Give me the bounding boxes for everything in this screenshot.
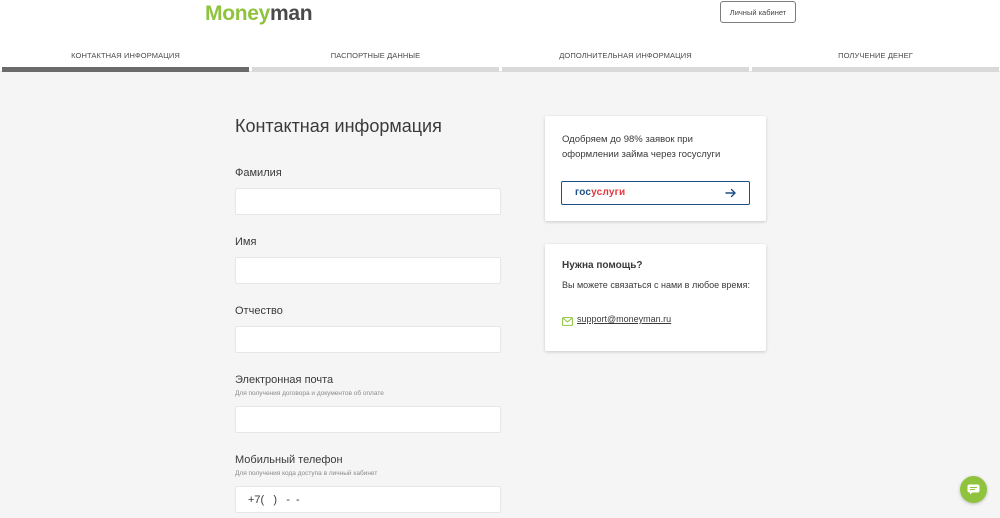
help-text: Вы можете связаться с нами в любое время… <box>562 280 750 290</box>
step-label: ДОПОЛНИТЕЛЬНАЯ ИНФОРМАЦИЯ <box>559 51 692 60</box>
phone-input[interactable] <box>235 486 501 513</box>
chat-icon <box>967 484 980 495</box>
surname-input[interactable] <box>235 188 501 215</box>
surname-label: Фамилия <box>235 167 282 179</box>
step-progress-bar <box>752 67 999 72</box>
step-label: КОНТАКТНАЯ ИНФОРМАЦИЯ <box>71 51 180 60</box>
personal-cabinet-button[interactable]: Личный кабинет <box>720 1 796 23</box>
support-email-link[interactable]: support@moneyman.ru <box>577 314 671 324</box>
gosuslugi-logo-part1: гос <box>575 187 592 198</box>
step-label: ПАСПОРТНЫЕ ДАННЫЕ <box>330 51 421 60</box>
step-contact-info: КОНТАКТНАЯ ИНФОРМАЦИЯ <box>2 46 249 72</box>
patronymic-label: Отчество <box>235 305 283 317</box>
step-passport-data: ПАСПОРТНЫЕ ДАННЫЕ <box>252 46 499 72</box>
header: Moneyman Личный кабинет КОНТАКТНАЯ ИНФОР… <box>0 0 1000 72</box>
gosuslugi-text-line1: Одобряем до 98% заявок при <box>562 134 693 145</box>
moneyman-logo[interactable]: Moneyman <box>205 2 313 26</box>
email-input[interactable] <box>235 406 501 433</box>
step-additional-info: ДОПОЛНИТЕЛЬНАЯ ИНФОРМАЦИЯ <box>502 46 749 72</box>
mail-icon <box>562 317 573 326</box>
name-input[interactable] <box>235 257 501 284</box>
step-progress-bar <box>2 67 249 72</box>
gosuslugi-card: Одобряем до 98% заявок при оформлении за… <box>545 116 766 221</box>
step-progress-bar <box>252 67 499 72</box>
email-hint: Для получения договора и документов об о… <box>235 390 384 397</box>
name-label: Имя <box>235 236 257 248</box>
step-progress-bar <box>502 67 749 72</box>
phone-hint: Для получения кода доступа в личный каби… <box>235 470 378 477</box>
gosuslugi-logo: госуслуги <box>575 187 625 198</box>
form-title: Контактная информация <box>235 116 442 136</box>
step-label: ПОЛУЧЕНИЕ ДЕНЕГ <box>838 51 913 60</box>
step-get-money: ПОЛУЧЕНИЕ ДЕНЕГ <box>752 46 999 72</box>
gosuslugi-text-line2: оформлении займа через госуслуги <box>562 149 721 160</box>
logo-text-man: man <box>270 2 313 25</box>
chat-button[interactable] <box>960 476 987 503</box>
gosuslugi-logo-part2: услуги <box>591 187 626 198</box>
phone-label: Мобильный телефон <box>235 454 343 466</box>
gosuslugi-login-button[interactable]: госуслуги <box>561 181 750 205</box>
progress-steps: КОНТАКТНАЯ ИНФОРМАЦИЯ ПАСПОРТНЫЕ ДАННЫЕ … <box>0 46 1000 72</box>
email-label: Электронная почта <box>235 374 334 386</box>
arrow-right-icon <box>725 188 736 198</box>
help-title: Нужна помощь? <box>562 260 643 271</box>
patronymic-input[interactable] <box>235 326 501 353</box>
logo-text-money: Money <box>205 2 271 25</box>
help-card: Нужна помощь? Вы можете связаться с нами… <box>545 244 766 351</box>
